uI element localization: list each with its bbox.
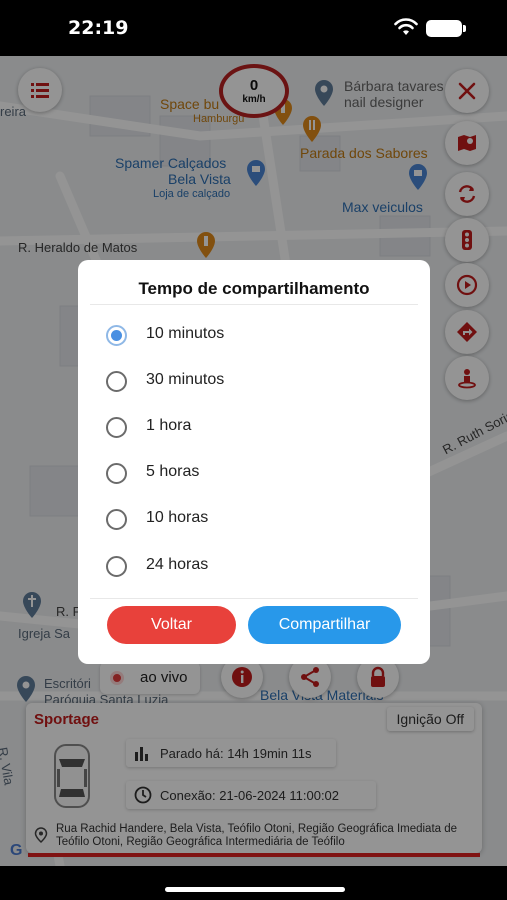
option-label: 10 horas xyxy=(146,509,209,526)
option-label: 1 hora xyxy=(146,417,192,434)
back-button[interactable]: Voltar xyxy=(107,606,236,644)
wifi-icon xyxy=(394,18,418,35)
radio-button[interactable] xyxy=(106,509,127,530)
option-label: 5 horas xyxy=(146,463,200,480)
option-30-minutes[interactable]: 30 minutos xyxy=(106,366,406,396)
radio-button[interactable] xyxy=(106,371,127,392)
divider xyxy=(90,598,418,599)
option-label: 24 horas xyxy=(146,556,209,573)
option-10-minutes[interactable]: 10 minutos xyxy=(106,320,406,350)
option-label: 10 minutos xyxy=(146,325,225,342)
status-time: 22:19 xyxy=(68,17,129,39)
radio-button[interactable] xyxy=(106,556,127,577)
divider xyxy=(90,304,418,305)
share-duration-dialog: Tempo de compartilhamento 10 minutos 30 … xyxy=(78,260,430,664)
status-bar: 22:19 xyxy=(0,0,507,56)
radio-button-selected[interactable] xyxy=(106,325,127,346)
share-confirm-button[interactable]: Compartilhar xyxy=(248,606,401,644)
option-label: 30 minutos xyxy=(146,371,225,388)
option-10-hours[interactable]: 10 horas xyxy=(106,504,406,534)
dialog-title: Tempo de compartilhamento xyxy=(138,279,370,298)
option-24-hours[interactable]: 24 horas xyxy=(106,551,406,581)
battery-icon xyxy=(426,20,466,37)
radio-button[interactable] xyxy=(106,463,127,484)
home-indicator-bar xyxy=(0,866,507,900)
option-5-hours[interactable]: 5 horas xyxy=(106,458,406,488)
home-indicator[interactable] xyxy=(165,887,345,892)
option-1-hour[interactable]: 1 hora xyxy=(106,412,406,442)
radio-button[interactable] xyxy=(106,417,127,438)
